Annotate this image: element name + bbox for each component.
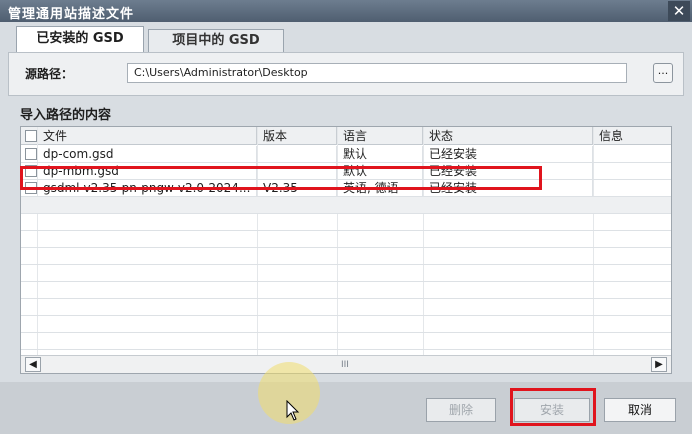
empty-row [21, 316, 671, 333]
empty-row [21, 299, 671, 316]
info-cell [593, 146, 671, 163]
source-path-panel: 源路径： C:\Users\Administrator\Desktop ... [8, 52, 684, 96]
section-title: 导入路径的内容 [20, 108, 112, 123]
empty-row [21, 265, 671, 282]
table-row[interactable]: dp-mbm.gsd 默认 已经安装 [21, 163, 671, 180]
scroll-thumb[interactable]: III [341, 360, 349, 370]
info-cell [593, 180, 671, 197]
empty-row [21, 231, 671, 248]
status-cell: 已经安装 [423, 163, 593, 180]
gsd-file-table: 文件 版本 语言 状态 信息 dp-com.gsd 默认 已经安装 dp-mbm… [20, 126, 672, 374]
scroll-right-icon[interactable]: ▶ [651, 357, 667, 372]
file-cell: gsdml-v2.35-pn-pngw-v2.0-2024... [37, 180, 257, 197]
row-checkbox[interactable] [25, 182, 37, 194]
row-checkbox[interactable] [25, 148, 37, 160]
tab-installed-gsd[interactable]: 已安装的 GSD [16, 26, 144, 52]
table-row[interactable]: gsdml-v2.35-pn-pngw-v2.0-2024... V2.35 英… [21, 180, 671, 197]
row-checkbox[interactable] [25, 165, 37, 177]
language-cell: 默认 [337, 146, 423, 163]
version-cell [257, 146, 337, 163]
column-header-file[interactable]: 文件 [37, 127, 257, 145]
column-header-info[interactable]: 信息 [593, 127, 671, 145]
select-all-checkbox[interactable] [25, 130, 37, 142]
empty-row [21, 248, 671, 265]
info-cell [593, 163, 671, 180]
table-row[interactable]: dp-com.gsd 默认 已经安装 [21, 146, 671, 163]
status-cell: 已经安装 [423, 180, 593, 197]
window-title: 管理通用站描述文件 [8, 7, 135, 22]
empty-row [21, 197, 671, 214]
source-path-label: 源路径： [25, 67, 74, 81]
install-button[interactable]: 安装 [514, 398, 590, 422]
version-cell: V2.35 [257, 180, 337, 197]
language-cell: 默认 [337, 163, 423, 180]
browse-button[interactable]: ... [653, 63, 673, 83]
status-cell: 已经安装 [423, 146, 593, 163]
file-cell: dp-mbm.gsd [37, 163, 257, 180]
title-bar: 管理通用站描述文件 ✕ [0, 0, 692, 22]
close-icon[interactable]: ✕ [668, 1, 690, 21]
version-cell [257, 163, 337, 180]
language-cell: 英语, 德语 [337, 180, 423, 197]
column-header-language[interactable]: 语言 [337, 127, 423, 145]
source-path-field[interactable]: C:\Users\Administrator\Desktop [127, 63, 627, 83]
tab-project-gsd[interactable]: 项目中的 GSD [148, 29, 284, 52]
cancel-button[interactable]: 取消 [604, 398, 676, 422]
empty-row [21, 282, 671, 299]
file-cell: dp-com.gsd [37, 146, 257, 163]
dialog-footer: 删除 安装 取消 [0, 382, 692, 434]
delete-button[interactable]: 删除 [426, 398, 496, 422]
scroll-left-icon[interactable]: ◀ [25, 357, 41, 372]
mouse-pointer-icon [286, 400, 300, 421]
column-header-status[interactable]: 状态 [423, 127, 593, 145]
column-header-version[interactable]: 版本 [257, 127, 337, 145]
empty-row [21, 214, 671, 231]
horizontal-scrollbar[interactable]: ◀ III ▶ [21, 355, 671, 373]
table-header: 文件 版本 语言 状态 信息 [21, 127, 671, 145]
empty-row [21, 333, 671, 350]
